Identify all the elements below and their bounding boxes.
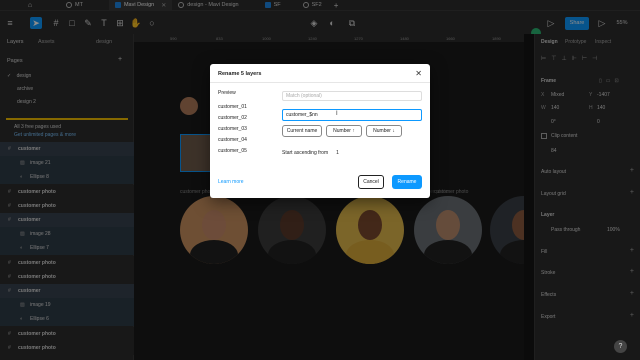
preview-name: customer_02	[218, 115, 247, 121]
match-input[interactable]: Match (optional)	[282, 91, 422, 101]
learn-more-link[interactable]: Learn more	[218, 179, 244, 185]
preview-name: customer_04	[218, 137, 247, 143]
help-icon[interactable]: ?	[614, 340, 627, 353]
start-ascending-label: Start ascending from 1	[282, 150, 339, 156]
dialog-title: Rename 5 layers	[218, 71, 262, 77]
cancel-button[interactable]: Cancel	[358, 175, 384, 189]
dialog-divider	[210, 82, 430, 83]
number-ascending-button[interactable]: Number ↑	[326, 125, 362, 137]
preview-name: customer_05	[218, 148, 247, 154]
start-label-text: Start ascending from	[282, 150, 329, 156]
preview-name: customer_03	[218, 126, 247, 132]
rename-input[interactable]: customer_$nn	[282, 109, 422, 121]
close-icon[interactable]: ✕	[415, 69, 422, 78]
number-descending-button[interactable]: Number ↓	[366, 125, 402, 137]
preview-label: Preview	[218, 90, 236, 96]
preview-name: customer_01	[218, 104, 247, 110]
rename-dialog: Rename 5 layers ✕ Preview customer_01 cu…	[210, 64, 430, 198]
current-name-button[interactable]: Current name	[282, 125, 322, 137]
rename-button[interactable]: Rename	[392, 175, 422, 189]
start-value[interactable]: 1	[336, 150, 339, 156]
text-cursor-icon: I	[336, 111, 338, 117]
